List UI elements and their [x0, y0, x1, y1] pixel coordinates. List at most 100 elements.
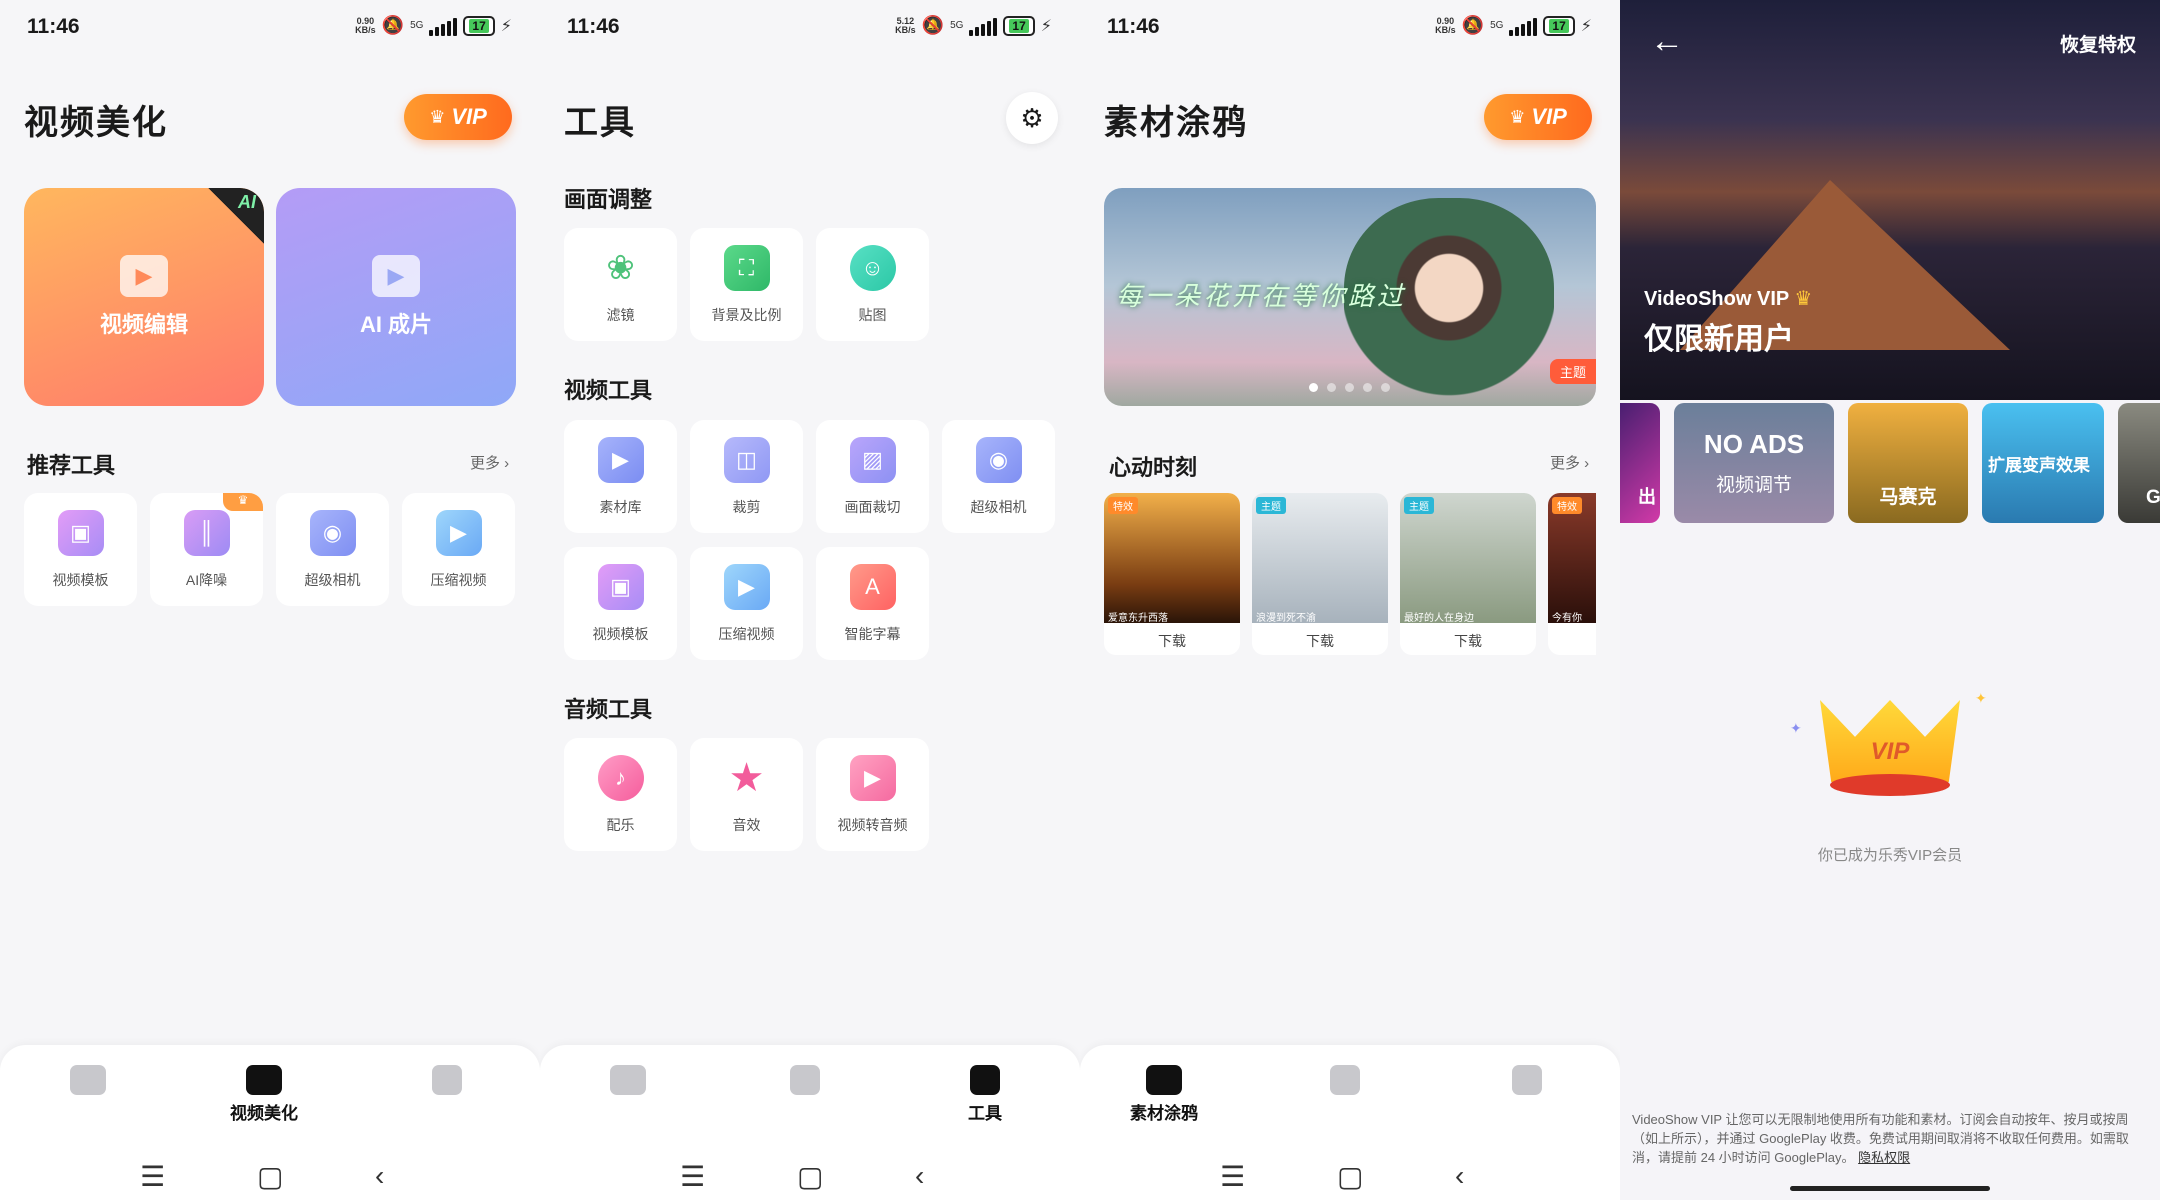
download-button[interactable]: 下载: [1104, 631, 1240, 651]
back-icon[interactable]: ‹: [375, 1160, 384, 1192]
tool-compress-video[interactable]: ▶ 压缩视频: [402, 493, 515, 606]
tool-ai-denoise[interactable]: ║ AI降噪 ♛: [150, 493, 263, 606]
nav-materials[interactable]: 素材涂鸦: [1130, 1065, 1198, 1124]
moment-card[interactable]: 特效 今有你: [1548, 493, 1596, 655]
settings-gear-icon[interactable]: ⚙: [1006, 92, 1058, 144]
mute-bell-icon: 🔕: [381, 15, 405, 35]
charging-icon: ⚡: [500, 17, 512, 35]
moment-card[interactable]: 主题 浪漫到死不渝 下载: [1252, 493, 1388, 655]
banner-caption: 每一朵花开在等你路过: [1116, 281, 1407, 311]
status-icons: 5.12 KB/s 🔕 5G 17 ⚡: [895, 15, 1052, 36]
tool-filter[interactable]: ❀ 滤镜: [564, 228, 677, 341]
battery-icon: 17: [1003, 15, 1035, 36]
back-icon[interactable]: ‹: [915, 1160, 924, 1192]
home-icon[interactable]: ▢: [257, 1160, 283, 1193]
ai-film-label: AI 成片: [359, 312, 433, 337]
tool-super-camera[interactable]: ◉ 超级相机: [942, 420, 1055, 533]
menu-icon[interactable]: ☰: [680, 1160, 705, 1193]
feature-card-mosaic[interactable]: 马赛克: [1848, 403, 1968, 523]
status-icons: 0.90 KB/s 🔕 5G 17 ⚡: [1435, 15, 1592, 36]
tool-video-template[interactable]: ▣ 视频模板: [564, 547, 677, 660]
back-icon[interactable]: ‹: [1455, 1160, 1464, 1192]
nav-video-beautify[interactable]: [790, 1065, 820, 1095]
tool-crop[interactable]: ▨ 画面裁切: [816, 420, 929, 533]
tool-smart-subtitle[interactable]: A 智能字幕: [816, 547, 929, 660]
nav-tools[interactable]: [432, 1065, 462, 1095]
home-icon[interactable]: ▢: [1337, 1160, 1363, 1193]
featured-banner[interactable]: 每一朵花开在等你路过 主题: [1104, 188, 1596, 406]
mute-bell-icon: 🔕: [921, 15, 945, 35]
status-time: 11:46: [1107, 15, 1160, 38]
menu-icon[interactable]: ☰: [1220, 1160, 1245, 1193]
page-title: 素材涂鸦: [1104, 104, 1248, 142]
charging-icon: ⚡: [1040, 17, 1052, 35]
grid-icon: [970, 1065, 1000, 1095]
menu-icon[interactable]: ☰: [140, 1160, 165, 1193]
mute-bell-icon: 🔕: [1461, 15, 1485, 35]
filter-icon: ❀: [606, 248, 635, 287]
tool-material-library[interactable]: ▶ 素材库: [564, 420, 677, 533]
crop-icon: ▨: [849, 436, 896, 483]
vip-crown-illustration: VIP ✦ ✦: [1790, 680, 1987, 810]
feature-card-no-ads[interactable]: NO ADS 视频调节: [1674, 403, 1834, 523]
download-button[interactable]: 下载: [1400, 631, 1536, 651]
network-type: 5G: [410, 20, 424, 31]
gesture-bar: [1790, 1186, 1990, 1191]
more-link[interactable]: 更多 ›: [1550, 452, 1589, 473]
tool-compress-video[interactable]: ▶ 压缩视频: [690, 547, 803, 660]
panel-material-doodle: 11:46 0.90 KB/s 🔕 5G 17 ⚡ 素材涂鸦 ♛ VIP 每一朵花开…: [1080, 0, 1620, 1200]
ai-film-card[interactable]: ▶ AI 成片: [276, 188, 516, 406]
card-caption: 浪漫到死不渝: [1256, 613, 1316, 624]
moments-row: 特效 爱意东升西落 下载 主题 浪漫到死不渝 下载 主题 最好的人在身边 下载 …: [1104, 493, 1596, 655]
back-arrow-icon[interactable]: ←: [1650, 22, 1684, 61]
tool-music[interactable]: ♪ 配乐: [564, 738, 677, 851]
clapper-icon: [1330, 1065, 1360, 1095]
nav-tools[interactable]: 工具: [968, 1065, 1002, 1124]
vip-button[interactable]: ♛ VIP: [1484, 94, 1592, 140]
feature-card-gif[interactable]: Gif导出: [2118, 403, 2160, 523]
privacy-link[interactable]: 隐私权限: [1858, 1150, 1910, 1165]
restore-privileges-button[interactable]: 恢复特权: [2060, 30, 2136, 57]
nav-video-beautify[interactable]: [1330, 1065, 1360, 1095]
tool-sticker[interactable]: ☺ 贴图: [816, 228, 929, 341]
crown-icon: ♛: [1509, 106, 1526, 127]
tool-video-to-audio[interactable]: ▶ 视频转音频: [816, 738, 929, 851]
section-title-frame: 画面调整: [564, 187, 653, 212]
features-carousel: 出 NO ADS视频调节 马赛克 扩展变声效果 Gif导出: [1620, 403, 2160, 523]
brand-label: VideoShow VIP ♛: [1644, 288, 1813, 310]
feature-card[interactable]: 出: [1620, 403, 1660, 523]
battery-icon: 17: [1543, 15, 1575, 36]
home-icon[interactable]: ▢: [797, 1160, 823, 1193]
grid-icon: [1512, 1065, 1542, 1095]
nav-video-beautify[interactable]: 视频美化: [230, 1065, 298, 1124]
frame-tools: ❀ 滤镜 ⛶ 背景及比例 ☺ 贴图: [564, 228, 929, 341]
panel-vip-subscription: ← 恢复特权 VideoShow VIP ♛ 仅限新用户 出 NO ADS 视频调…: [1620, 0, 2160, 1200]
moment-card[interactable]: 特效 爱意东升西落 下载: [1104, 493, 1240, 655]
tool-background-ratio[interactable]: ⛶ 背景及比例: [690, 228, 803, 341]
tool-video-template[interactable]: ▣ 视频模板: [24, 493, 137, 606]
card-caption: 最好的人在身边: [1404, 613, 1474, 624]
template-icon: ▣: [57, 509, 104, 556]
more-link[interactable]: 更多 ›: [470, 452, 509, 473]
nav-materials[interactable]: [70, 1065, 106, 1095]
download-button[interactable]: 下载: [1252, 631, 1388, 651]
video-tools: ▶ 素材库 ◫ 裁剪 ▨ 画面裁切 ◉ 超级相机 ▣ 视频模板 ▶ 压缩视频 A 智能字幕: [564, 420, 1055, 660]
video-edit-card[interactable]: ▶ 视频编辑 AI: [24, 188, 264, 406]
tool-sound-effect[interactable]: ★ 音效: [690, 738, 803, 851]
camera-icon: ◉: [975, 436, 1022, 483]
vip-button[interactable]: ♛ VIP: [404, 94, 512, 140]
nav-materials[interactable]: [610, 1065, 646, 1095]
moment-card[interactable]: 主题 最好的人在身边 下载: [1400, 493, 1536, 655]
audio-wave-icon: ║: [183, 509, 230, 556]
recommended-tools: ▣ 视频模板 ║ AI降噪 ♛ ◉ 超级相机 ▶ 压缩视频: [24, 493, 515, 606]
card-caption: 爱意东升西落: [1108, 613, 1168, 624]
tool-trim[interactable]: ◫ 裁剪: [690, 420, 803, 533]
store-icon: [1146, 1065, 1182, 1095]
section-title-recommended: 推荐工具: [27, 453, 116, 478]
tool-super-camera[interactable]: ◉ 超级相机: [276, 493, 389, 606]
nav-tools[interactable]: [1512, 1065, 1542, 1095]
feature-card-voice[interactable]: 扩展变声效果: [1982, 403, 2104, 523]
network-type: 5G: [950, 20, 964, 31]
clapper-icon: ▶: [120, 255, 168, 297]
subtitle-icon: A: [849, 563, 896, 610]
